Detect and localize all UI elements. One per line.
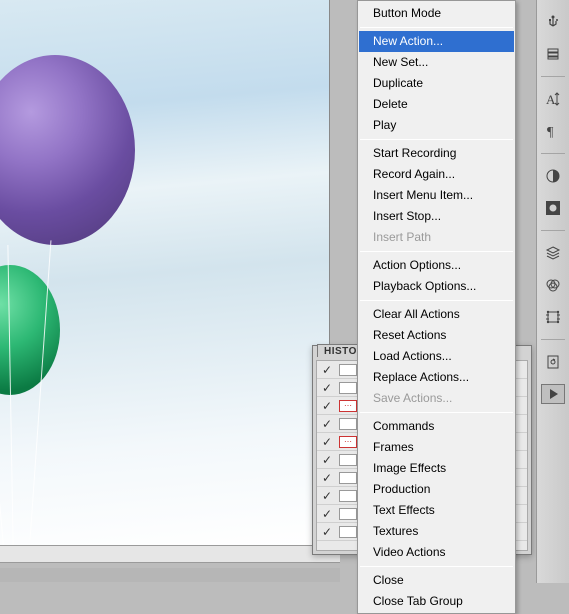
toggle-checkbox[interactable]: ✓ bbox=[317, 471, 337, 485]
dialog-icon[interactable] bbox=[339, 382, 357, 394]
modal-icon[interactable]: ⋯ bbox=[339, 436, 357, 448]
dialog-icon[interactable] bbox=[339, 364, 357, 376]
balloon-string bbox=[0, 390, 8, 545]
menu-item-close-tab-group[interactable]: Close Tab Group bbox=[359, 591, 514, 612]
contrast-icon[interactable] bbox=[541, 164, 565, 188]
menu-item-start-recording[interactable]: Start Recording bbox=[359, 143, 514, 164]
svg-text:¶: ¶ bbox=[547, 125, 554, 139]
menu-separator bbox=[360, 139, 513, 140]
dialog-icon[interactable] bbox=[339, 526, 357, 538]
layers-icon[interactable] bbox=[541, 241, 565, 265]
channels-icon[interactable] bbox=[541, 273, 565, 297]
right-toolbar: A¶ bbox=[536, 0, 569, 583]
menu-item-insert-path: Insert Path bbox=[359, 227, 514, 248]
stack-icon[interactable] bbox=[541, 42, 565, 66]
menu-item-textures[interactable]: Textures bbox=[359, 521, 514, 542]
toggle-checkbox[interactable]: ✓ bbox=[317, 489, 337, 503]
play-button-icon[interactable] bbox=[541, 384, 565, 404]
char-height-icon[interactable]: A bbox=[541, 87, 565, 111]
menu-item-playback-options[interactable]: Playback Options... bbox=[359, 276, 514, 297]
menu-separator bbox=[360, 27, 513, 28]
actions-context-menu: Button Mode New Action...New Set...Duplic… bbox=[357, 0, 516, 614]
camera-box-icon[interactable] bbox=[541, 196, 565, 220]
toggle-checkbox[interactable]: ✓ bbox=[317, 417, 337, 431]
dialog-icon[interactable] bbox=[339, 472, 357, 484]
toggle-checkbox[interactable]: ✓ bbox=[317, 453, 337, 467]
toolbar-divider bbox=[541, 339, 565, 340]
menu-item-delete[interactable]: Delete bbox=[359, 94, 514, 115]
menu-item-production[interactable]: Production bbox=[359, 479, 514, 500]
status-bar bbox=[0, 545, 340, 563]
pilcrow-icon[interactable]: ¶ bbox=[541, 119, 565, 143]
toolbar-divider bbox=[541, 153, 565, 154]
toggle-checkbox[interactable]: ✓ bbox=[317, 435, 337, 449]
menu-item-image-effects[interactable]: Image Effects bbox=[359, 458, 514, 479]
menu-separator bbox=[360, 566, 513, 567]
menu-item-save-actions: Save Actions... bbox=[359, 388, 514, 409]
menu-item-text-effects[interactable]: Text Effects bbox=[359, 500, 514, 521]
document-canvas[interactable] bbox=[0, 0, 330, 545]
menu-item-new-set[interactable]: New Set... bbox=[359, 52, 514, 73]
menu-item-button-mode[interactable]: Button Mode bbox=[359, 3, 514, 24]
toggle-checkbox[interactable]: ✓ bbox=[317, 507, 337, 521]
menu-item-close[interactable]: Close bbox=[359, 570, 514, 591]
toggle-checkbox[interactable]: ✓ bbox=[317, 525, 337, 539]
toggle-checkbox[interactable]: ✓ bbox=[317, 381, 337, 395]
modal-icon[interactable]: ⋯ bbox=[339, 400, 357, 412]
menu-item-frames[interactable]: Frames bbox=[359, 437, 514, 458]
crop-icon[interactable] bbox=[541, 305, 565, 329]
menu-item-new-action[interactable]: New Action... bbox=[359, 31, 514, 52]
toggle-checkbox[interactable]: ✓ bbox=[317, 399, 337, 413]
menu-item-video-actions[interactable]: Video Actions bbox=[359, 542, 514, 563]
menu-item-play[interactable]: Play bbox=[359, 115, 514, 136]
dialog-icon[interactable] bbox=[339, 508, 357, 520]
toolbar-divider bbox=[541, 76, 565, 77]
menu-item-insert-stop[interactable]: Insert Stop... bbox=[359, 206, 514, 227]
menu-item-reset-actions[interactable]: Reset Actions bbox=[359, 325, 514, 346]
menu-separator bbox=[360, 412, 513, 413]
history-icon[interactable] bbox=[541, 350, 565, 374]
dialog-icon[interactable] bbox=[339, 418, 357, 430]
usb-icon[interactable] bbox=[541, 10, 565, 34]
svg-text:A: A bbox=[546, 92, 556, 107]
menu-item-load-actions[interactable]: Load Actions... bbox=[359, 346, 514, 367]
app-footer bbox=[0, 568, 340, 582]
menu-item-insert-menu-item[interactable]: Insert Menu Item... bbox=[359, 185, 514, 206]
menu-item-action-options[interactable]: Action Options... bbox=[359, 255, 514, 276]
menu-item-commands[interactable]: Commands bbox=[359, 416, 514, 437]
menu-separator bbox=[360, 251, 513, 252]
menu-item-record-again[interactable]: Record Again... bbox=[359, 164, 514, 185]
menu-separator bbox=[360, 300, 513, 301]
menu-item-duplicate[interactable]: Duplicate bbox=[359, 73, 514, 94]
toolbar-divider bbox=[541, 230, 565, 231]
balloon-purple bbox=[0, 55, 135, 245]
menu-item-clear-all-actions[interactable]: Clear All Actions bbox=[359, 304, 514, 325]
dialog-icon[interactable] bbox=[339, 454, 357, 466]
menu-item-replace-actions[interactable]: Replace Actions... bbox=[359, 367, 514, 388]
toggle-checkbox[interactable]: ✓ bbox=[317, 363, 337, 377]
dialog-icon[interactable] bbox=[339, 490, 357, 502]
